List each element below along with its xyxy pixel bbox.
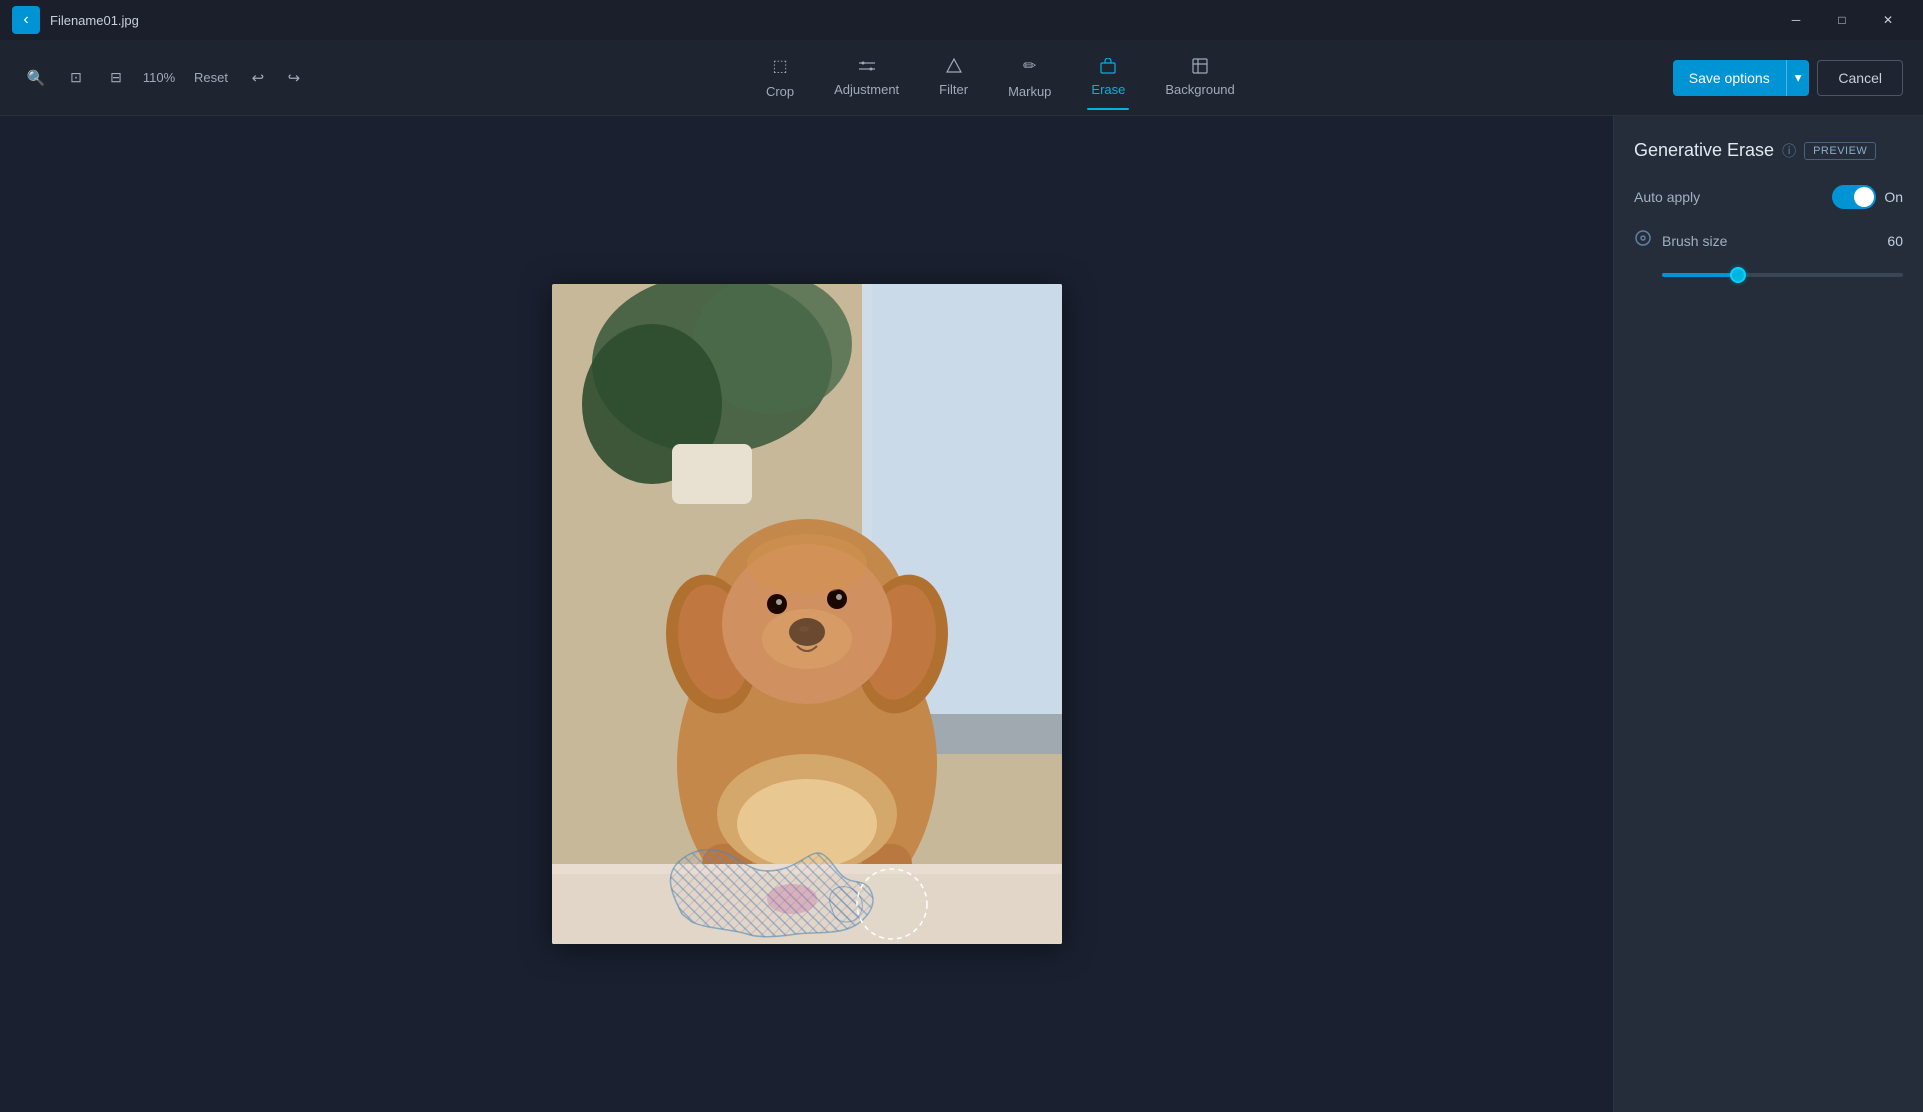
toggle-on-label: On	[1884, 189, 1903, 205]
toggle-track	[1832, 185, 1876, 209]
save-options-dropdown-button[interactable]: ▾	[1786, 60, 1810, 96]
markup-icon: ✏	[1023, 56, 1036, 76]
tab-markup[interactable]: ✏ Markup	[990, 46, 1069, 110]
tab-markup-label: Markup	[1008, 84, 1051, 99]
maximize-icon: □	[1838, 13, 1845, 27]
undo-icon: ↩	[252, 69, 265, 87]
slider-container	[1634, 264, 1903, 280]
image-container	[552, 284, 1062, 944]
cancel-label: Cancel	[1838, 70, 1882, 86]
brush-size-row: Brush size 60	[1634, 229, 1903, 252]
tab-background[interactable]: Background	[1147, 46, 1252, 110]
photo-canvas	[552, 284, 1062, 944]
toolbar-left: 🔍 ⊡ ⊟ 110% Reset ↩ ↪	[20, 62, 308, 94]
tab-filter-label: Filter	[939, 82, 968, 97]
toggle-thumb	[1854, 187, 1874, 207]
toolbar: 🔍 ⊡ ⊟ 110% Reset ↩ ↪ ⬚ Crop	[0, 40, 1923, 116]
back-icon: ‹	[23, 11, 28, 29]
adjustment-icon	[859, 58, 875, 74]
tab-background-label: Background	[1165, 82, 1234, 97]
chevron-down-icon: ▾	[1795, 70, 1802, 86]
toggle-wrapper: On	[1832, 185, 1903, 209]
zoom-fit-button[interactable]: ⊡	[60, 62, 92, 94]
brush-size-slider[interactable]	[1662, 273, 1903, 277]
zoom-out-button[interactable]: 🔍	[20, 62, 52, 94]
toolbar-nav-tabs: ⬚ Crop Adjustment Filter	[336, 46, 1665, 110]
tab-crop-label: Crop	[766, 84, 794, 99]
titlebar-controls: ─ □ ✕	[1773, 4, 1911, 36]
brush-cursor-circle	[857, 869, 927, 939]
undo-button[interactable]: ↩	[244, 64, 272, 92]
reset-button[interactable]: Reset	[186, 66, 236, 89]
filter-icon	[946, 58, 962, 74]
redo-button[interactable]: ↪	[280, 64, 308, 92]
reset-label: Reset	[194, 70, 228, 85]
titlebar: ‹ Filename01.jpg ─ □ ✕	[0, 0, 1923, 40]
auto-apply-label: Auto apply	[1634, 189, 1700, 205]
cancel-button[interactable]: Cancel	[1817, 60, 1903, 96]
tab-adjustment-label: Adjustment	[834, 82, 899, 97]
brush-size-icon	[1634, 229, 1652, 252]
erase-icon	[1100, 58, 1116, 74]
back-button[interactable]: ‹	[12, 6, 40, 34]
tab-erase[interactable]: Erase	[1073, 46, 1143, 110]
auto-apply-row: Auto apply On	[1634, 185, 1903, 209]
minimize-button[interactable]: ─	[1773, 4, 1819, 36]
info-icon[interactable]: ⓘ	[1782, 141, 1796, 161]
panel-title: Generative Erase	[1634, 140, 1774, 161]
tab-adjustment[interactable]: Adjustment	[816, 46, 917, 110]
crop-icon: ⬚	[772, 56, 787, 76]
close-icon: ✕	[1883, 13, 1893, 27]
tab-crop[interactable]: ⬚ Crop	[748, 46, 812, 110]
preview-badge: PREVIEW	[1804, 142, 1876, 160]
save-options-label: Save options	[1689, 70, 1770, 86]
background-icon	[1192, 58, 1208, 74]
redo-icon: ↪	[288, 69, 301, 87]
maximize-button[interactable]: □	[1819, 4, 1865, 36]
titlebar-left: ‹ Filename01.jpg	[12, 6, 139, 34]
tab-filter[interactable]: Filter	[921, 46, 986, 110]
right-panel: Generative Erase ⓘ PREVIEW Auto apply On	[1613, 116, 1923, 1112]
close-button[interactable]: ✕	[1865, 4, 1911, 36]
save-options-button[interactable]: Save options	[1673, 60, 1786, 96]
zoom-out-icon: 🔍	[27, 69, 46, 87]
canvas-area[interactable]	[0, 116, 1613, 1112]
main-content: Generative Erase ⓘ PREVIEW Auto apply On	[0, 116, 1923, 1112]
panel-header: Generative Erase ⓘ PREVIEW	[1634, 140, 1903, 161]
brush-size-label: Brush size	[1662, 233, 1879, 249]
tab-erase-label: Erase	[1091, 82, 1125, 97]
zoom-fit-icon: ⊡	[70, 69, 82, 86]
filename-title: Filename01.jpg	[50, 13, 139, 28]
zoom-square-icon: ⊟	[110, 69, 122, 86]
zoom-square-button[interactable]: ⊟	[100, 62, 132, 94]
minimize-icon: ─	[1792, 13, 1801, 27]
brush-size-value: 60	[1879, 233, 1903, 249]
toolbar-right: Save options ▾ Cancel	[1673, 60, 1903, 96]
save-options-group: Save options ▾	[1673, 60, 1810, 96]
zoom-level: 110%	[140, 70, 178, 85]
auto-apply-toggle[interactable]	[1832, 185, 1876, 209]
